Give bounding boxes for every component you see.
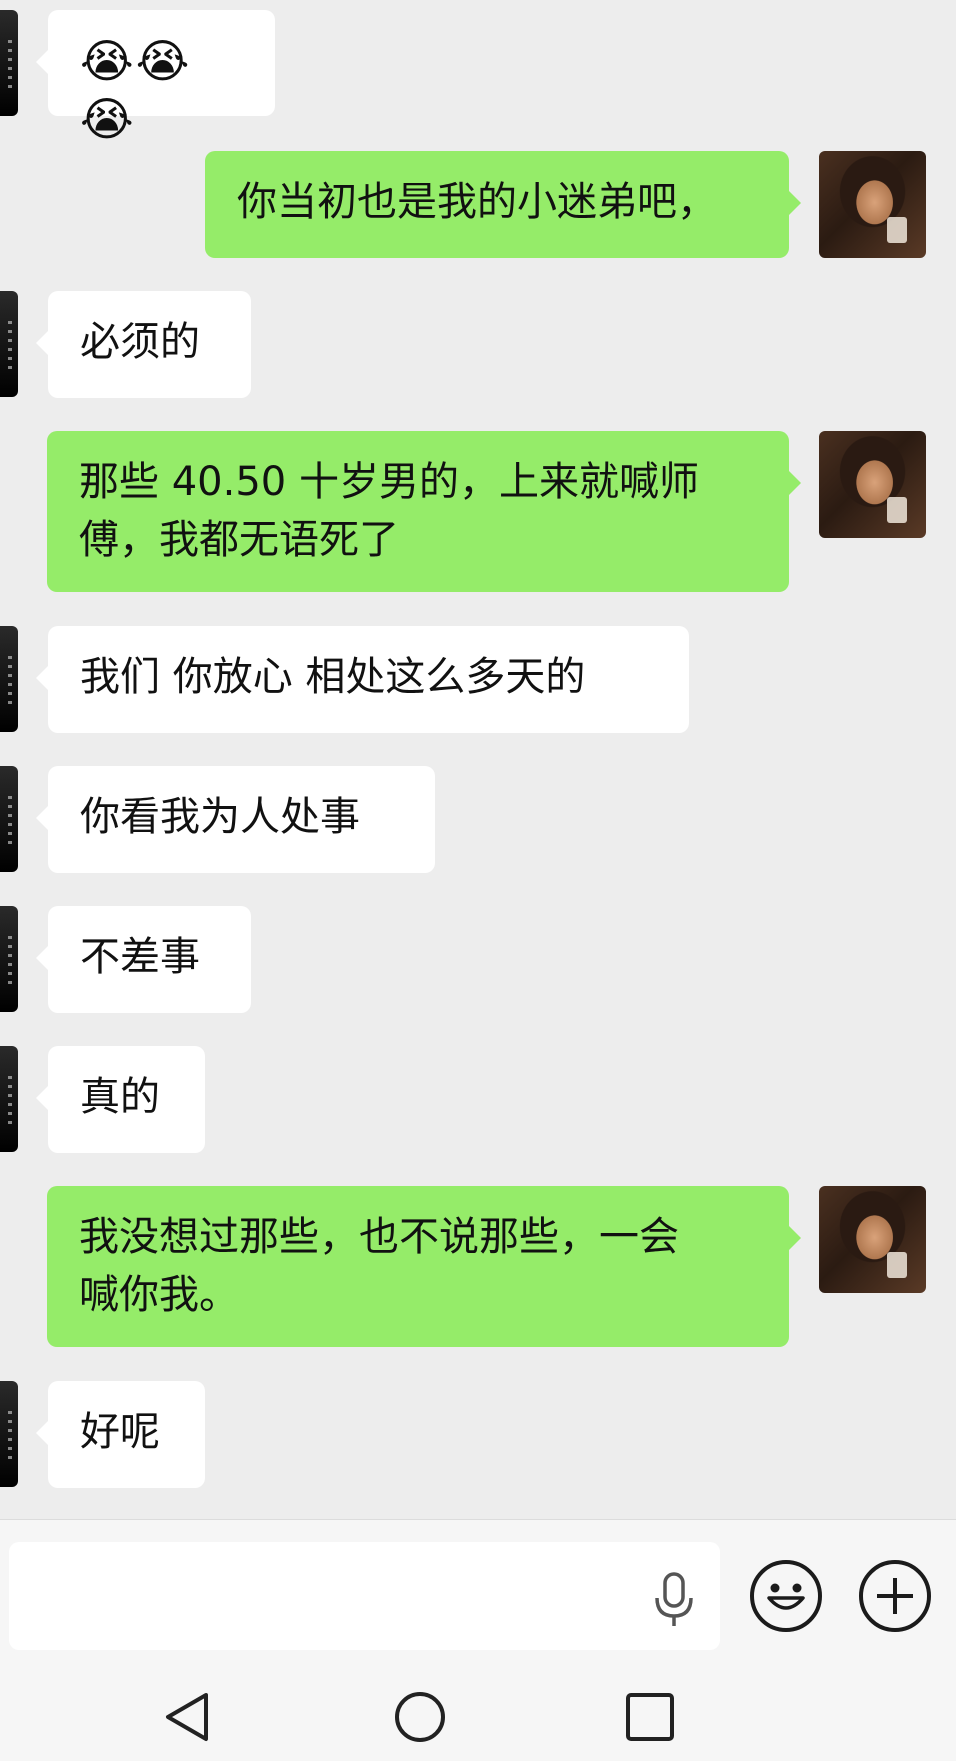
emoji-button[interactable] [750,1560,822,1632]
contact-avatar[interactable] [0,10,18,116]
microphone-icon[interactable] [652,1572,696,1628]
smiley-icon [767,1583,805,1610]
message-input[interactable] [9,1542,720,1650]
outgoing-message-bubble[interactable]: 那些 40.50 十岁男的，上来就喊师 傅，我都无语死了 [47,431,801,592]
message-line: 我没想过那些，也不说那些，一会 [79,1214,679,1260]
message-line: 那些 40.50 十岁男的，上来就喊师 [79,459,699,505]
incoming-message-bubble[interactable]: 😭😭😭 [36,10,275,146]
incoming-message-bubble[interactable]: 真的 [36,1046,205,1153]
my-avatar[interactable] [819,1186,926,1293]
chat-input-bar [0,1519,956,1672]
contact-avatar[interactable] [0,291,18,397]
incoming-message-bubble[interactable]: 你看我为人处事 [36,766,435,873]
chat-message-list[interactable]: 😭😭😭 你当初也是我的小迷弟吧， 必须的 那些 40.50 十岁男的，上来就喊师… [0,0,956,1519]
message-line: 傅，我都无语死了 [79,517,399,563]
contact-avatar[interactable] [0,1046,18,1152]
contact-avatar[interactable] [0,626,18,732]
contact-avatar[interactable] [0,1381,18,1487]
outgoing-message-bubble[interactable]: 你当初也是我的小迷弟吧， [205,151,801,258]
plus-icon [877,1578,913,1614]
my-avatar[interactable] [819,151,926,258]
outgoing-message-bubble[interactable]: 我没想过那些，也不说那些，一会 喊你我。 [47,1186,801,1347]
incoming-message-bubble[interactable]: 好呢 [36,1381,205,1488]
message-line: 喊你我。 [79,1272,239,1318]
my-avatar[interactable] [819,431,926,538]
incoming-message-bubble[interactable]: 必须的 [36,291,251,398]
more-button[interactable] [859,1560,931,1632]
home-circle-icon[interactable] [392,1689,448,1745]
contact-avatar[interactable] [0,766,18,872]
incoming-message-bubble[interactable]: 不差事 [36,906,251,1013]
back-triangle-icon[interactable] [160,1689,216,1745]
system-navigation-bar [0,1671,956,1761]
incoming-message-bubble[interactable]: 我们 你放心 相处这么多天的 [36,626,689,733]
recents-square-icon[interactable] [622,1689,678,1745]
contact-avatar[interactable] [0,906,18,1012]
